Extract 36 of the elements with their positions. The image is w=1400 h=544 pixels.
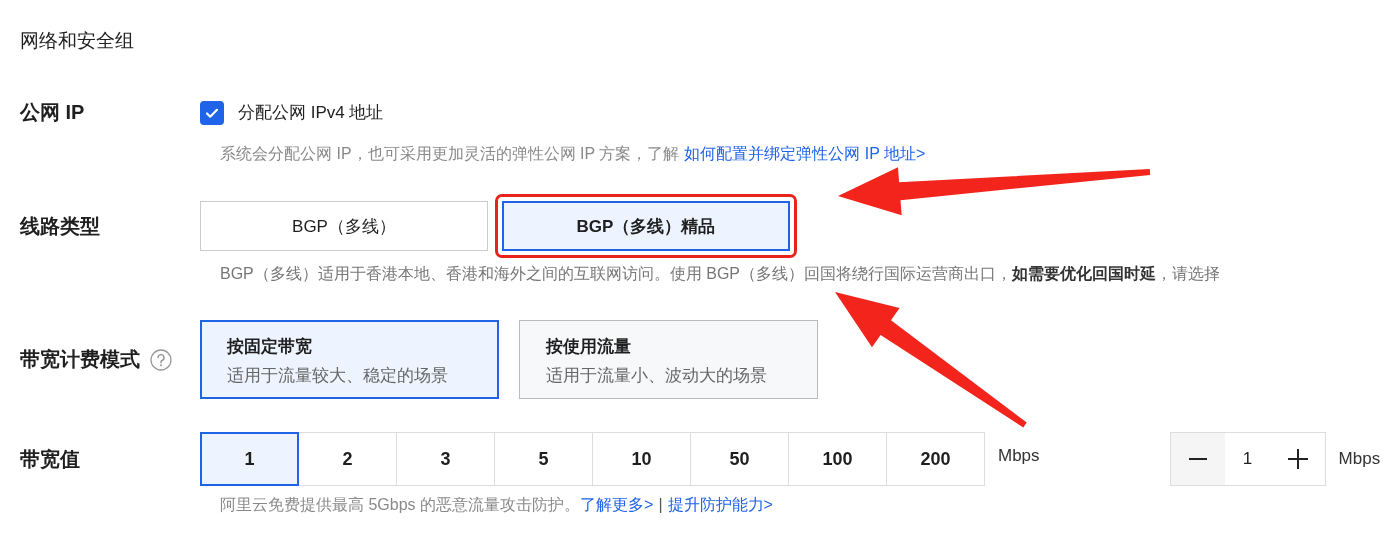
bandwidth-option[interactable]: 100 <box>788 432 887 486</box>
bandwidth-option[interactable]: 50 <box>690 432 789 486</box>
unit-label: Mbps <box>998 446 1040 466</box>
card-title: 按固定带宽 <box>227 336 313 358</box>
field-label: 带宽计费模式 <box>20 347 140 372</box>
option-card[interactable]: 按固定带宽 适用于流量较大、稳定的场景 <box>200 320 499 399</box>
description-text: BGP（多线）适用于香港本地、香港和海外之间的互联网访问。使用 BGP（多线）回国将绕行国际运营商出口，如需要优化回国时延，请选择 <box>220 264 1222 284</box>
option-card[interactable]: 按使用流量 适用于流量小、波动大的场景 <box>519 320 818 399</box>
unit-label: Mbps <box>1338 449 1381 469</box>
section-title: 网络和安全组 <box>20 29 134 53</box>
bandwidth-option[interactable]: 10 <box>592 432 691 486</box>
help-link[interactable]: 如何配置并绑定弹性公网 IP 地址> <box>684 145 926 162</box>
card-title: 按使用流量 <box>546 336 632 358</box>
learn-more-link[interactable]: 了解更多> <box>580 496 654 513</box>
field-label: 线路类型 <box>20 213 100 239</box>
bandwidth-option[interactable]: 200 <box>886 432 985 486</box>
field-label: 公网 IP <box>20 100 85 125</box>
bandwidth-option[interactable]: 1 <box>200 432 299 486</box>
minus-icon <box>1187 458 1208 460</box>
plus-icon <box>1286 448 1309 470</box>
field-label: 带宽值 <box>20 446 80 472</box>
checkbox-label: 分配公网 IPv4 地址 <box>238 102 384 124</box>
option-button[interactable]: BGP（多线）精品 <box>502 201 790 251</box>
bandwidth-option[interactable]: 3 <box>396 432 495 486</box>
number-stepper[interactable]: 1 <box>1169 432 1326 486</box>
separator: | <box>658 496 663 513</box>
checkbox[interactable] <box>200 100 224 125</box>
hint-text: 系统会分配公网 IP，也可采用更加灵活的弹性公网 IP 方案，了解 <box>220 145 680 162</box>
upgrade-link[interactable]: 提升防护能力> <box>667 496 773 513</box>
card-subtitle: 适用于流量较大、稳定的场景 <box>227 365 449 387</box>
help-icon[interactable] <box>150 348 172 371</box>
bandwidth-option[interactable]: 2 <box>298 432 397 486</box>
card-subtitle: 适用于流量小、波动大的场景 <box>546 365 768 387</box>
bandwidth-option[interactable]: 5 <box>494 432 593 486</box>
hint-text: 阿里云免费提供最高 5Gbps 的恶意流量攻击防护。 <box>220 496 581 513</box>
option-button[interactable]: BGP（多线） <box>200 201 488 251</box>
